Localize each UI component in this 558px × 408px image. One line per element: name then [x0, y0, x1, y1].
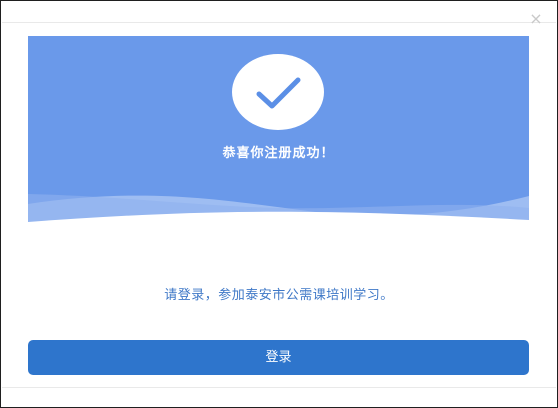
dialog-footer-divider [2, 387, 556, 388]
login-instruction-text: 请登录，参加泰安市公需课培训学习。 [164, 288, 394, 303]
checkmark-icon [256, 77, 301, 109]
success-title: 恭喜你注册成功！ [222, 146, 335, 161]
check-badge [232, 54, 324, 130]
success-banner: 恭喜你注册成功！ [28, 36, 529, 231]
dialog-header-divider [2, 22, 556, 23]
close-icon[interactable]: × [529, 9, 542, 28]
close-button[interactable]: × [525, 9, 547, 29]
login-button[interactable]: 登录 [28, 340, 529, 375]
success-dialog: × 恭喜你注册成功！ 请登录，参加泰安市公需课培训学习。 登录 [0, 0, 558, 408]
